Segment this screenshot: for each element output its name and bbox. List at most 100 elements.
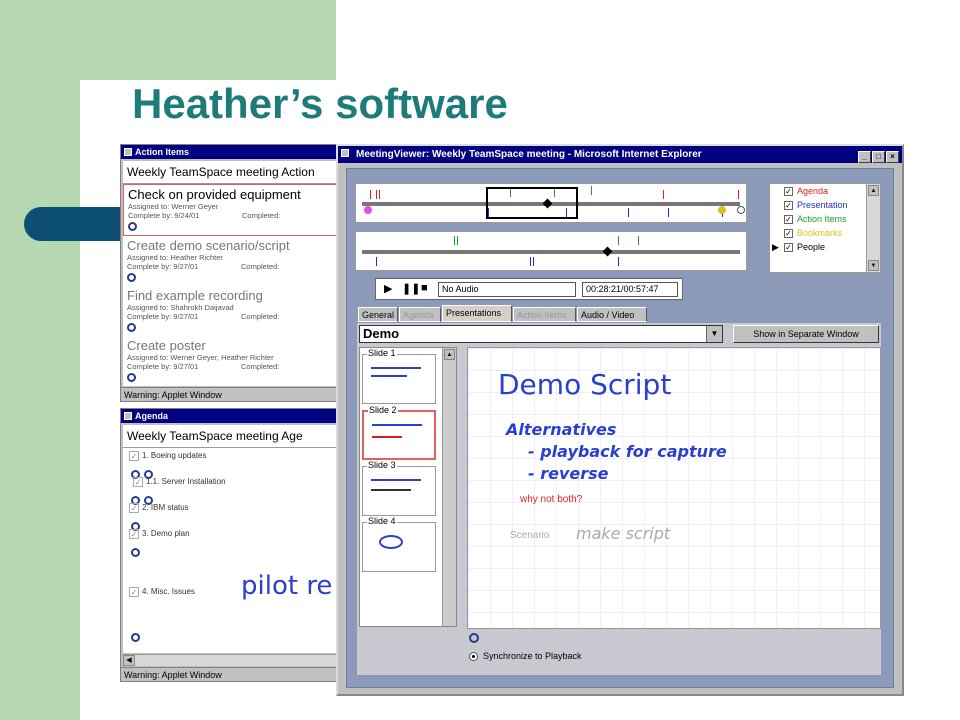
agenda-marker[interactable] (379, 190, 380, 199)
slide-thumbnail[interactable]: Slide 3 (362, 460, 436, 516)
target-icon[interactable] (131, 633, 140, 642)
tab-presentations[interactable]: Presentations (442, 305, 512, 322)
agenda-marker[interactable] (738, 190, 739, 199)
action-item-marker[interactable] (454, 236, 455, 245)
target-icon[interactable] (128, 222, 137, 231)
target-icon[interactable] (127, 323, 136, 332)
scroll-up-icon[interactable]: ▲ (444, 349, 455, 360)
play-icon[interactable]: ▶ (384, 282, 392, 295)
slide-thumbnail[interactable]: Slide 1 (362, 348, 436, 404)
scroll-down-icon[interactable]: ▼ (868, 260, 879, 271)
audio-field: No Audio (438, 282, 576, 297)
action-item-marker[interactable] (638, 236, 639, 245)
action-items-titlebar[interactable]: Action Items (121, 145, 339, 159)
agenda-checkbox[interactable]: ✓ (129, 587, 139, 597)
slide-thumbnail[interactable]: Slide 2 (362, 405, 436, 460)
action-item[interactable]: Create demo scenario/script Assigned to:… (123, 236, 337, 286)
timeline-track (362, 250, 740, 254)
slide-thumbnail[interactable]: Slide 4 (362, 516, 436, 572)
minimize-icon[interactable]: _ (858, 151, 871, 163)
target-icon[interactable] (131, 548, 140, 557)
agenda-item[interactable]: ✓ 1. Boeing updates (129, 451, 207, 461)
thumbnail-scrollbar[interactable]: ▲ (442, 348, 456, 626)
sync-option[interactable]: Synchronize to Playback (469, 651, 582, 662)
close-icon[interactable]: × (886, 151, 899, 163)
target-icon[interactable] (469, 633, 479, 643)
scroll-up-icon[interactable]: ▲ (868, 185, 879, 196)
pause-icon[interactable]: ❚❚ (402, 282, 420, 295)
presentation-select[interactable]: Demo ▼ (359, 325, 723, 343)
agenda-item[interactable]: ✓ 2. IBM status (129, 503, 189, 513)
agenda-marker[interactable] (370, 190, 371, 199)
target-icon[interactable] (127, 373, 136, 382)
timeline-overview[interactable] (355, 183, 747, 223)
window-icon (124, 148, 132, 156)
action-item-marker[interactable] (618, 236, 619, 245)
scroll-left-icon[interactable]: ◀ (123, 655, 135, 666)
presentation-marker[interactable] (533, 257, 534, 266)
presentation-marker[interactable] (618, 257, 619, 266)
background-green-strip (0, 0, 80, 720)
bookmark-icon[interactable] (364, 206, 372, 214)
action-item[interactable]: Create poster Assigned to: Werner Geyer,… (123, 336, 337, 386)
agenda-checkbox[interactable]: ✓ (129, 529, 139, 539)
maximize-icon[interactable]: □ (872, 151, 885, 163)
legend-label: Presentation (797, 200, 848, 210)
agenda-item[interactable]: ✓ 1.1. Server Installation (133, 477, 226, 487)
agenda-checkbox[interactable]: ✓ (129, 451, 139, 461)
legend-checkbox[interactable]: ✓ (784, 187, 793, 197)
target-icon[interactable] (127, 273, 136, 282)
legend-bookmarks[interactable]: ✓ Bookmarks (784, 228, 842, 239)
presentation-marker[interactable] (668, 208, 669, 217)
legend-checkbox[interactable]: ✓ (784, 215, 793, 225)
stop-icon[interactable]: ■ (421, 282, 428, 294)
timeline-detail[interactable] (355, 231, 747, 271)
agenda-titlebar[interactable]: Agenda (121, 409, 339, 423)
action-item-marker[interactable] (457, 236, 458, 245)
legend-scrollbar[interactable]: ▲ ▼ (866, 184, 880, 272)
legend-presentation[interactable]: ✓ Presentation (784, 200, 848, 211)
meeting-viewer-titlebar[interactable]: MeetingViewer: Weekly TeamSpace meeting … (338, 146, 902, 163)
action-item-completed: Completed: (241, 362, 280, 371)
action-item-due: Complete by: 9/24/01 (128, 211, 200, 220)
presentation-marker[interactable] (628, 208, 629, 217)
legend-checkbox[interactable]: ✓ (784, 201, 793, 211)
horizontal-scrollbar[interactable]: ◀ (123, 654, 337, 666)
meeting-viewer-title: MeetingViewer: Weekly TeamSpace meeting … (356, 149, 702, 160)
legend-checkbox[interactable]: ✓ (784, 243, 793, 253)
legend-checkbox[interactable]: ✓ (784, 229, 793, 239)
playhead-icon[interactable] (602, 246, 613, 257)
action-item-assigned: Assigned to: Shahrokh Daijavad (127, 303, 234, 312)
thumbnail-scribble (371, 367, 421, 369)
action-item[interactable]: Find example recording Assigned to: Shah… (123, 286, 337, 336)
chevron-down-icon[interactable]: ▼ (706, 326, 722, 342)
tab-general[interactable]: General (358, 307, 398, 322)
expand-arrow-icon[interactable]: ▶ (772, 242, 779, 253)
agenda-marker[interactable] (376, 190, 377, 199)
agenda-item[interactable]: ✓ 4. Misc. Issues (129, 587, 195, 597)
action-item-assigned: Assigned to: Heather Richter (127, 253, 223, 262)
window-icon (124, 412, 132, 420)
tab-agenda[interactable]: Agenda (399, 307, 441, 322)
agenda-marker[interactable] (663, 190, 664, 199)
show-separate-window-button[interactable]: Show in Separate Window (733, 325, 879, 343)
action-item-marker[interactable] (591, 186, 592, 195)
applet-warning-status: Warning: Applet Window (121, 667, 339, 681)
slide-note: why not both? (520, 494, 583, 505)
legend-agenda[interactable]: ✓ Agenda (784, 186, 828, 197)
agenda-checkbox[interactable]: ✓ (133, 477, 143, 487)
legend-people[interactable]: ▶ ✓ People (772, 242, 825, 253)
action-item[interactable]: Check on provided equipment Assigned to:… (123, 184, 337, 236)
tab-audio-video[interactable]: Audio / Video (577, 307, 647, 322)
timeline-selection[interactable] (486, 187, 578, 219)
legend-action-items[interactable]: ✓ Action Items (784, 214, 847, 225)
presentation-marker[interactable] (530, 257, 531, 266)
agenda-checkbox[interactable]: ✓ (129, 503, 139, 513)
presentation-marker[interactable] (376, 257, 377, 266)
agenda-item[interactable]: ✓ 3. Demo plan (129, 529, 190, 539)
slide-handwritten-line: Alternatives (506, 420, 617, 439)
sync-radio[interactable] (469, 652, 478, 662)
tab-action-items[interactable]: Action Items (513, 307, 576, 322)
bookmark-icon[interactable] (718, 206, 726, 214)
person-marker-icon[interactable] (737, 206, 745, 214)
